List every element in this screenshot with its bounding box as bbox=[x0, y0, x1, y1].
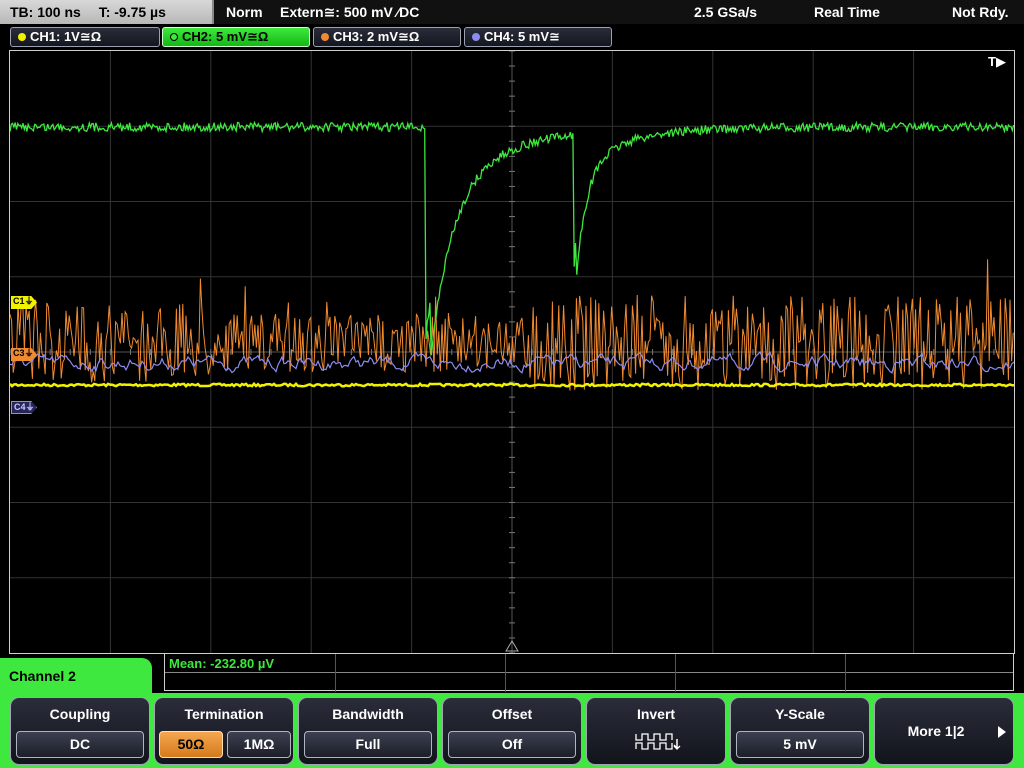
channel-3-color-dot bbox=[321, 33, 329, 41]
measurement-divider bbox=[675, 654, 676, 692]
trigger-time-readout: T: -9.75 µs bbox=[98, 4, 166, 20]
coupling-value[interactable]: DC bbox=[16, 731, 144, 758]
more-softkey[interactable]: More 1|2 bbox=[874, 697, 1014, 765]
bandwidth-value[interactable]: Full bbox=[304, 731, 432, 758]
measurement-divider bbox=[335, 654, 336, 692]
graticule bbox=[10, 51, 1014, 653]
measurement-divider bbox=[845, 654, 846, 692]
invert-softkey[interactable]: Invert bbox=[586, 697, 726, 765]
measurement-divider bbox=[165, 672, 1013, 673]
mean-measurement[interactable]: Mean: -232.80 µV bbox=[169, 656, 274, 671]
y-scale-value[interactable]: 5 mV bbox=[736, 731, 864, 758]
channel-2-color-dot bbox=[170, 33, 178, 41]
channel-2-chip[interactable]: CH2: 5 mV≅Ω bbox=[162, 27, 310, 47]
termination-label: Termination bbox=[184, 706, 264, 722]
offset-softkey[interactable]: Offset Off bbox=[442, 697, 582, 765]
coupling-label: Coupling bbox=[49, 706, 111, 722]
y-scale-softkey[interactable]: Y-Scale 5 mV bbox=[730, 697, 870, 765]
channel-1-chip[interactable]: CH1: 1V≅Ω bbox=[10, 27, 160, 47]
sample-rate-readout: 2.5 GSa/s bbox=[694, 4, 758, 20]
timebase-readout: TB: 100 ns bbox=[10, 4, 81, 20]
measurement-bar: Mean: -232.80 µV bbox=[164, 653, 1014, 692]
coupling-softkey[interactable]: Coupling DC bbox=[10, 697, 150, 765]
channel-3-chip[interactable]: CH3: 2 mV≅Ω bbox=[313, 27, 461, 47]
waveform-display[interactable]: T▶ C1⏚ C3⏚ C4⏚ bbox=[9, 50, 1015, 654]
bandwidth-label: Bandwidth bbox=[332, 706, 404, 722]
measurement-divider bbox=[505, 654, 506, 692]
acquisition-status: Not Rdy. bbox=[952, 4, 1009, 20]
more-label: More 1|2 bbox=[907, 723, 965, 739]
invert-label: Invert bbox=[636, 706, 676, 722]
channel-1-color-dot bbox=[18, 33, 26, 41]
invert-waveform-icon bbox=[635, 733, 681, 750]
status-bar: TB: 100 ns T: -9.75 µs Norm Extern≅: 500… bbox=[0, 0, 1024, 24]
termination-1m-ohm-option[interactable]: 1MΩ bbox=[227, 731, 291, 758]
acquisition-mode[interactable]: Norm bbox=[226, 0, 263, 24]
offset-label: Offset bbox=[491, 706, 533, 722]
channel-2-label: CH2: 5 mV≅Ω bbox=[182, 29, 269, 44]
menu-title: Channel 2 bbox=[0, 658, 152, 698]
channel-4-label: CH4: 5 mV≅ bbox=[484, 29, 560, 44]
trigger-source-readout[interactable]: Extern≅: 500 mV ∕DC bbox=[280, 0, 419, 24]
chevron-right-icon bbox=[998, 726, 1006, 738]
channel-4-chip[interactable]: CH4: 5 mV≅ bbox=[464, 27, 612, 47]
timebase-box[interactable]: TB: 100 ns T: -9.75 µs bbox=[0, 0, 214, 24]
trigger-level-flag: T▶ bbox=[988, 54, 1006, 69]
realtime-indicator: Real Time bbox=[814, 4, 880, 20]
channel-1-label: CH1: 1V≅Ω bbox=[30, 29, 102, 44]
channel-bar: CH1: 1V≅Ω CH2: 5 mV≅Ω CH3: 2 mV≅Ω CH4: 5… bbox=[0, 26, 1024, 48]
bandwidth-softkey[interactable]: Bandwidth Full bbox=[298, 697, 438, 765]
termination-softkey[interactable]: Termination 50Ω 1MΩ bbox=[154, 697, 294, 765]
channel-3-label: CH3: 2 mV≅Ω bbox=[333, 29, 420, 44]
y-scale-label: Y-Scale bbox=[775, 706, 825, 722]
channel-4-color-dot bbox=[472, 33, 480, 41]
offset-value[interactable]: Off bbox=[448, 731, 576, 758]
termination-50-ohm-option[interactable]: 50Ω bbox=[159, 731, 223, 758]
